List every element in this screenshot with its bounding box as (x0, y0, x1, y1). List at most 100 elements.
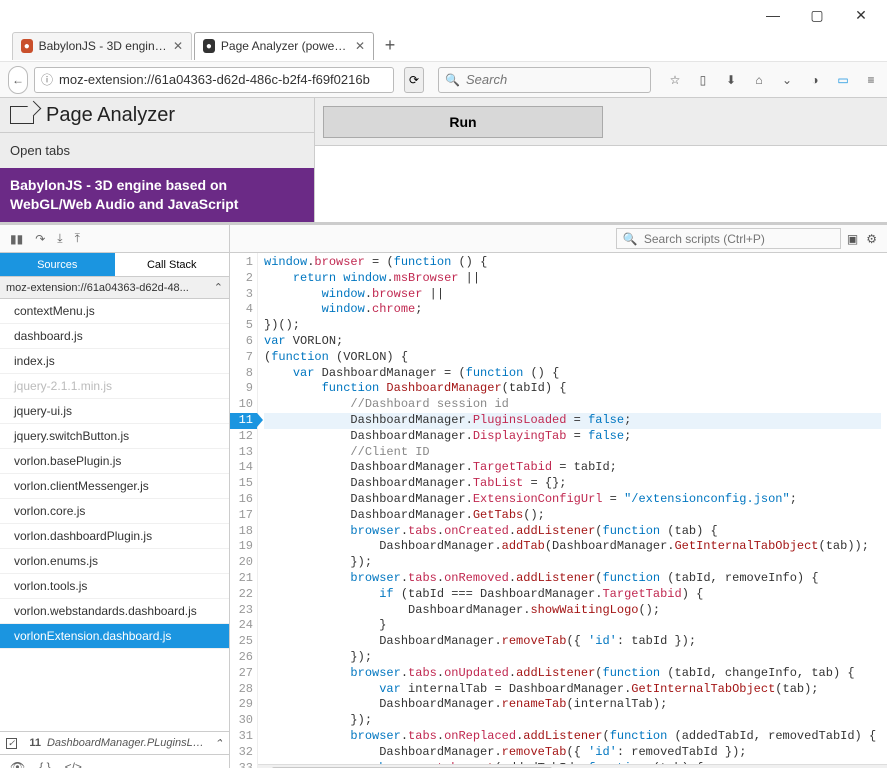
info-icon[interactable]: ⓘ (41, 71, 53, 88)
toggle-pane-button[interactable]: ▣ (847, 232, 858, 246)
step-in-button[interactable]: ⤓ (57, 231, 62, 246)
line-number[interactable]: 29 (230, 697, 257, 713)
code-line[interactable]: })(); (264, 318, 881, 334)
code-line[interactable]: browser.tabs.onReplaced.addListener(func… (264, 729, 881, 745)
line-number[interactable]: 11 (230, 413, 257, 429)
pocket-icon[interactable]: ⌄ (779, 72, 795, 88)
source-file-item[interactable]: vorlon.enums.js (0, 549, 229, 574)
code-line[interactable]: DashboardManager.ExtensionConfigUrl = "/… (264, 492, 881, 508)
code-line[interactable]: DashboardManager.removeTab({ 'id': remov… (264, 745, 881, 761)
code-line[interactable]: //Client ID (264, 445, 881, 461)
step-over-button[interactable]: ↷ (35, 232, 45, 246)
breakpoint-item[interactable]: ✓ 11 DashboardManager.PLuginsLo... ⌃ (0, 732, 229, 754)
code-line[interactable]: DashboardManager.removeTab({ 'id': tabId… (264, 634, 881, 650)
code-line[interactable]: DashboardManager.PluginsLoaded = false; (264, 413, 881, 429)
close-button[interactable]: ✕ (839, 1, 883, 29)
line-number[interactable]: 33 (230, 761, 257, 768)
code-line[interactable]: DashboardManager.showWaitingLogo(); (264, 603, 881, 619)
maximize-button[interactable]: ▢ (795, 1, 839, 29)
code-line[interactable]: browser.tabs.onCreated.addListener(funct… (264, 524, 881, 540)
line-gutter[interactable]: 1234567891011121314151617181920212223242… (230, 253, 258, 768)
script-search-box[interactable]: 🔍 (616, 228, 841, 249)
source-file-item[interactable]: vorlon.dashboardPlugin.js (0, 524, 229, 549)
code-line[interactable]: }); (264, 555, 881, 571)
code-line[interactable]: return window.msBrowser || (264, 271, 881, 287)
script-search-input[interactable] (644, 232, 834, 246)
code-line[interactable]: DashboardManager.TabList = {}; (264, 476, 881, 492)
line-number[interactable]: 23 (230, 603, 257, 619)
code-line[interactable]: DashboardManager.DisplayingTab = false; (264, 429, 881, 445)
run-button[interactable]: Run (323, 106, 603, 138)
code-content[interactable]: window.browser = (function () { return w… (258, 253, 887, 768)
code-editor[interactable]: 1234567891011121314151617181920212223242… (230, 253, 887, 768)
line-number[interactable]: 2 (230, 271, 257, 287)
breakpoint-checkbox[interactable]: ✓ (6, 738, 17, 749)
selected-page-tab[interactable]: BabylonJS - 3D engine based on WebGL/Web… (0, 168, 314, 222)
source-file-item[interactable]: jquery-2.1.1.min.js (0, 374, 229, 399)
new-tab-button[interactable]: + (376, 35, 404, 56)
code-line[interactable]: //Dashboard session id (264, 397, 881, 413)
reload-button[interactable]: ⟳ (404, 67, 424, 93)
source-file-item[interactable]: vorlon.basePlugin.js (0, 449, 229, 474)
line-number[interactable]: 27 (230, 666, 257, 682)
line-number[interactable]: 13 (230, 445, 257, 461)
code-line[interactable]: window.browser || (264, 287, 881, 303)
code-line[interactable]: window.browser = (function () { (264, 255, 881, 271)
source-file-item[interactable]: dashboard.js (0, 324, 229, 349)
line-number[interactable]: 28 (230, 682, 257, 698)
code-line[interactable]: browser.tabs.onUpdated.addListener(funct… (264, 666, 881, 682)
extension-icon[interactable]: ◑ (807, 72, 823, 88)
line-number[interactable]: 1 (230, 255, 257, 271)
line-number[interactable]: 18 (230, 524, 257, 540)
responsive-icon[interactable]: ▭ (835, 72, 851, 88)
source-file-item[interactable]: vorlon.tools.js (0, 574, 229, 599)
source-file-item[interactable]: vorlon.clientMessenger.js (0, 474, 229, 499)
code-line[interactable]: DashboardManager.addTab(DashboardManager… (264, 539, 881, 555)
code-line[interactable]: function DashboardManager(tabId) { (264, 381, 881, 397)
horizontal-scrollbar[interactable]: ◂ ▸ (258, 764, 887, 768)
toggle-eye-button[interactable]: 👁 (10, 760, 25, 768)
code-line[interactable]: DashboardManager.renameTab(internalTab); (264, 697, 881, 713)
url-bar[interactable]: ⓘ moz-extension://61a04363-d62d-486c-b2f… (34, 67, 394, 93)
code-line[interactable]: var DashboardManager = (function () { (264, 366, 881, 382)
source-file-item[interactable]: jquery.switchButton.js (0, 424, 229, 449)
pause-button[interactable]: ▮▮ (10, 232, 23, 246)
code-line[interactable]: (function (VORLON) { (264, 350, 881, 366)
line-number[interactable]: 30 (230, 713, 257, 729)
code-line[interactable]: if (tabId === DashboardManager.TargetTab… (264, 587, 881, 603)
line-number[interactable]: 31 (230, 729, 257, 745)
code-line[interactable]: DashboardManager.TargetTabid = tabId; (264, 460, 881, 476)
sidebar-tab[interactable]: Call Stack (115, 253, 230, 276)
line-number[interactable]: 22 (230, 587, 257, 603)
line-number[interactable]: 10 (230, 397, 257, 413)
line-number[interactable]: 7 (230, 350, 257, 366)
line-number[interactable]: 5 (230, 318, 257, 334)
source-origin-header[interactable]: moz-extension://61a04363-d62d-48... ⌃ (0, 277, 229, 299)
home-icon[interactable]: ⌂ (751, 72, 767, 88)
line-number[interactable]: 16 (230, 492, 257, 508)
source-file-item[interactable]: jquery-ui.js (0, 399, 229, 424)
source-file-item[interactable]: vorlonExtension.dashboard.js (0, 624, 229, 649)
line-number[interactable]: 26 (230, 650, 257, 666)
line-number[interactable]: 32 (230, 745, 257, 761)
library-icon[interactable]: ▯ (695, 72, 711, 88)
sidebar-tab[interactable]: Sources (0, 253, 115, 276)
blackbox-button[interactable]: </> (65, 760, 82, 768)
bookmark-icon[interactable]: ☆ (667, 72, 683, 88)
line-number[interactable]: 6 (230, 334, 257, 350)
source-file-item[interactable]: vorlon.webstandards.dashboard.js (0, 599, 229, 624)
menu-icon[interactable]: ≡ (863, 72, 879, 88)
line-number[interactable]: 17 (230, 508, 257, 524)
line-number[interactable]: 4 (230, 302, 257, 318)
line-number[interactable]: 25 (230, 634, 257, 650)
tab-close-button[interactable]: ✕ (173, 39, 183, 53)
line-number[interactable]: 15 (230, 476, 257, 492)
code-line[interactable]: DashboardManager.GetTabs(); (264, 508, 881, 524)
tab-close-button[interactable]: ✕ (355, 39, 365, 53)
browser-tab[interactable]: ●BabylonJS - 3D engine bas...✕ (12, 32, 192, 60)
line-number[interactable]: 19 (230, 539, 257, 555)
line-number[interactable]: 8 (230, 366, 257, 382)
code-line[interactable]: window.chrome; (264, 302, 881, 318)
code-line[interactable]: browser.tabs.onRemoved.addListener(funct… (264, 571, 881, 587)
code-line[interactable]: }); (264, 650, 881, 666)
